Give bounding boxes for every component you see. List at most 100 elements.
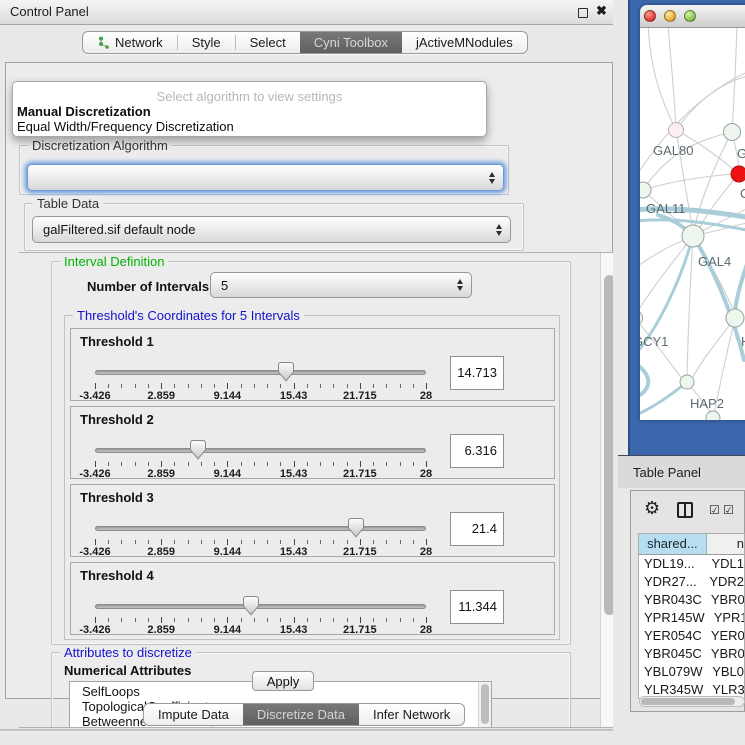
top-tab-bar: Network Style Select Cyni Toolbox jActiv… (82, 31, 528, 54)
table-row[interactable]: YBR043CYBR0 (639, 591, 744, 609)
network-node-labels: GAL80 GA C GAL11 GAL4 GCY1 H HAP2 (640, 143, 745, 411)
slider-track[interactable] (95, 448, 426, 453)
zoom-traffic-light-icon[interactable] (684, 10, 696, 22)
minimize-traffic-light-icon[interactable] (664, 10, 676, 22)
dropdown-option-manual[interactable]: Manual Discretization (17, 104, 151, 119)
combo-value: galFiltered.sif default node (43, 217, 195, 242)
table-panel-strip: Table Panel (618, 455, 745, 488)
interval-definition-group: Interval Definition Number of Intervals … (51, 261, 571, 645)
tab-label: Select (250, 32, 286, 53)
node-label: GA (737, 146, 745, 161)
tab-label: Impute Data (158, 704, 229, 725)
slider-tick-labels: -3.4262.8599.14415.4321.71528 (95, 624, 426, 636)
threshold-slider[interactable]: -3.4262.8599.14415.4321.71528 (95, 329, 426, 402)
node-label: GCY1 (640, 334, 668, 349)
close-icon[interactable]: ✖ (596, 3, 607, 19)
network-icon (97, 36, 110, 49)
tab-discretize-data[interactable]: Discretize Data (243, 704, 359, 725)
slider-track[interactable] (95, 604, 426, 609)
tab-select[interactable]: Select (236, 32, 300, 53)
table-row[interactable]: YDR27...YDR2 (639, 573, 744, 591)
threshold-value-field[interactable]: 14.713 (450, 356, 504, 390)
table-row[interactable]: YBR045CYBR0 (639, 645, 744, 663)
threshold-slider[interactable]: -3.4262.8599.14415.4321.71528 (95, 563, 426, 636)
table-data-combo[interactable]: galFiltered.sif default node (32, 216, 511, 243)
tab-label: Style (192, 32, 221, 53)
table-row[interactable]: YER054CYER0 (639, 627, 744, 645)
group-title: Interval Definition (60, 254, 168, 269)
close-traffic-light-icon[interactable] (644, 10, 656, 22)
apply-button[interactable]: Apply (252, 671, 314, 691)
network-node (726, 309, 744, 327)
bottom-tab-bar: Impute Data Discretize Data Infer Networ… (143, 703, 465, 726)
tab-label: Cyni Toolbox (314, 32, 388, 53)
network-canvas[interactable]: GAL80 GA C GAL11 GAL4 GCY1 H HAP2 (640, 28, 745, 420)
slider-ticks (95, 539, 426, 546)
checkbox-icon[interactable]: ☑ (709, 503, 720, 517)
network-node (724, 124, 741, 141)
threshold-value-field[interactable]: 11.344 (450, 590, 504, 624)
dock-divider (0, 729, 620, 731)
table-horizontal-scrollbar[interactable] (639, 696, 745, 707)
group-title: Discretization Algorithm (28, 138, 172, 153)
group-title: Attributes to discretize (60, 645, 196, 660)
threshold-panel: Threshold 4 -3.4262.8599.14415.4321.7152… (70, 562, 555, 635)
slider-thumb[interactable] (348, 518, 364, 538)
threshold-panel: Threshold 1 -3.4262.8599.14415.4321.7152… (70, 328, 555, 401)
threshold-slider[interactable]: -3.4262.8599.14415.4321.71528 (95, 485, 426, 558)
combo-value: 5 (221, 273, 228, 298)
app-root: Control Panel ✖ Network Style Select Cyn… (0, 0, 745, 745)
tab-cyni-toolbox[interactable]: Cyni Toolbox (300, 32, 402, 53)
table-scrollbar-thumb[interactable] (641, 698, 735, 705)
node-table: shared... n YDL19...YDL1YDR27...YDR2YBR0… (638, 533, 745, 699)
tab-jactivemnodules[interactable]: jActiveMNodules (402, 32, 527, 53)
list-scrollbar-thumb[interactable] (481, 684, 489, 724)
column-header-name[interactable]: n (707, 534, 744, 554)
slider-track[interactable] (95, 370, 426, 375)
group-title: Table Data (33, 196, 103, 211)
slider-ticks (95, 617, 426, 624)
slider-track[interactable] (95, 526, 426, 531)
tab-impute-data[interactable]: Impute Data (144, 704, 243, 725)
numerical-attributes-label: Numerical Attributes (64, 663, 191, 678)
table-row[interactable]: YBL079WYBL0 (639, 663, 744, 681)
float-window-icon[interactable] (578, 8, 588, 18)
discretization-algorithm-group: Discretization Algorithm (19, 145, 509, 195)
network-window-frame: GAL80 GA C GAL11 GAL4 GCY1 H HAP2 (628, 0, 745, 455)
list-scrollbar[interactable] (478, 682, 491, 728)
threshold-slider[interactable]: -3.4262.8599.14415.4321.71528 (95, 407, 426, 480)
threshold-value-field[interactable]: 6.316 (450, 434, 504, 468)
slider-thumb[interactable] (278, 362, 294, 382)
slider-tick-labels: -3.4262.8599.14415.4321.71528 (95, 546, 426, 558)
gear-icon[interactable]: ⚙ (644, 499, 660, 517)
tab-style[interactable]: Style (178, 32, 235, 53)
node-label: GAL11 (646, 201, 686, 216)
column-header-shared-name[interactable]: shared... (639, 534, 707, 554)
group-title: Threshold's Coordinates for 5 Intervals (73, 308, 304, 323)
thresholds-group: Threshold's Coordinates for 5 Intervals … (64, 315, 560, 640)
threshold-panel: Threshold 2 -3.4262.8599.14415.4321.7152… (70, 406, 555, 479)
network-node (682, 225, 704, 247)
tab-infer-network[interactable]: Infer Network (359, 704, 464, 725)
checkbox-icon[interactable]: ☑ (723, 503, 734, 517)
dropdown-option-equal-width[interactable]: Equal Width/Frequency Discretization (17, 119, 234, 134)
node-label: GAL4 (698, 254, 731, 269)
table-panel-title: Table Panel (633, 465, 701, 480)
settings-scroll-viewport: Interval Definition Number of Intervals … (19, 252, 617, 728)
network-nodes[interactable] (640, 123, 745, 421)
table-row[interactable]: YPR145WYPR1 (639, 609, 744, 627)
num-intervals-label: Number of Intervals (87, 279, 209, 294)
algorithm-combo[interactable] (27, 164, 504, 191)
tab-network[interactable]: Network (83, 32, 177, 53)
threshold-value-field[interactable]: 21.4 (450, 512, 504, 546)
network-node (706, 411, 720, 420)
node-label: C (740, 186, 745, 201)
slider-thumb[interactable] (190, 440, 206, 460)
slider-thumb[interactable] (243, 596, 259, 616)
table-header-row: shared... n (639, 534, 744, 555)
num-intervals-combo[interactable]: 5 (210, 272, 472, 298)
network-node (640, 311, 643, 326)
columns-icon[interactable] (677, 502, 693, 518)
network-window-titlebar[interactable] (640, 5, 745, 28)
table-row[interactable]: YDL19...YDL1 (639, 555, 744, 573)
